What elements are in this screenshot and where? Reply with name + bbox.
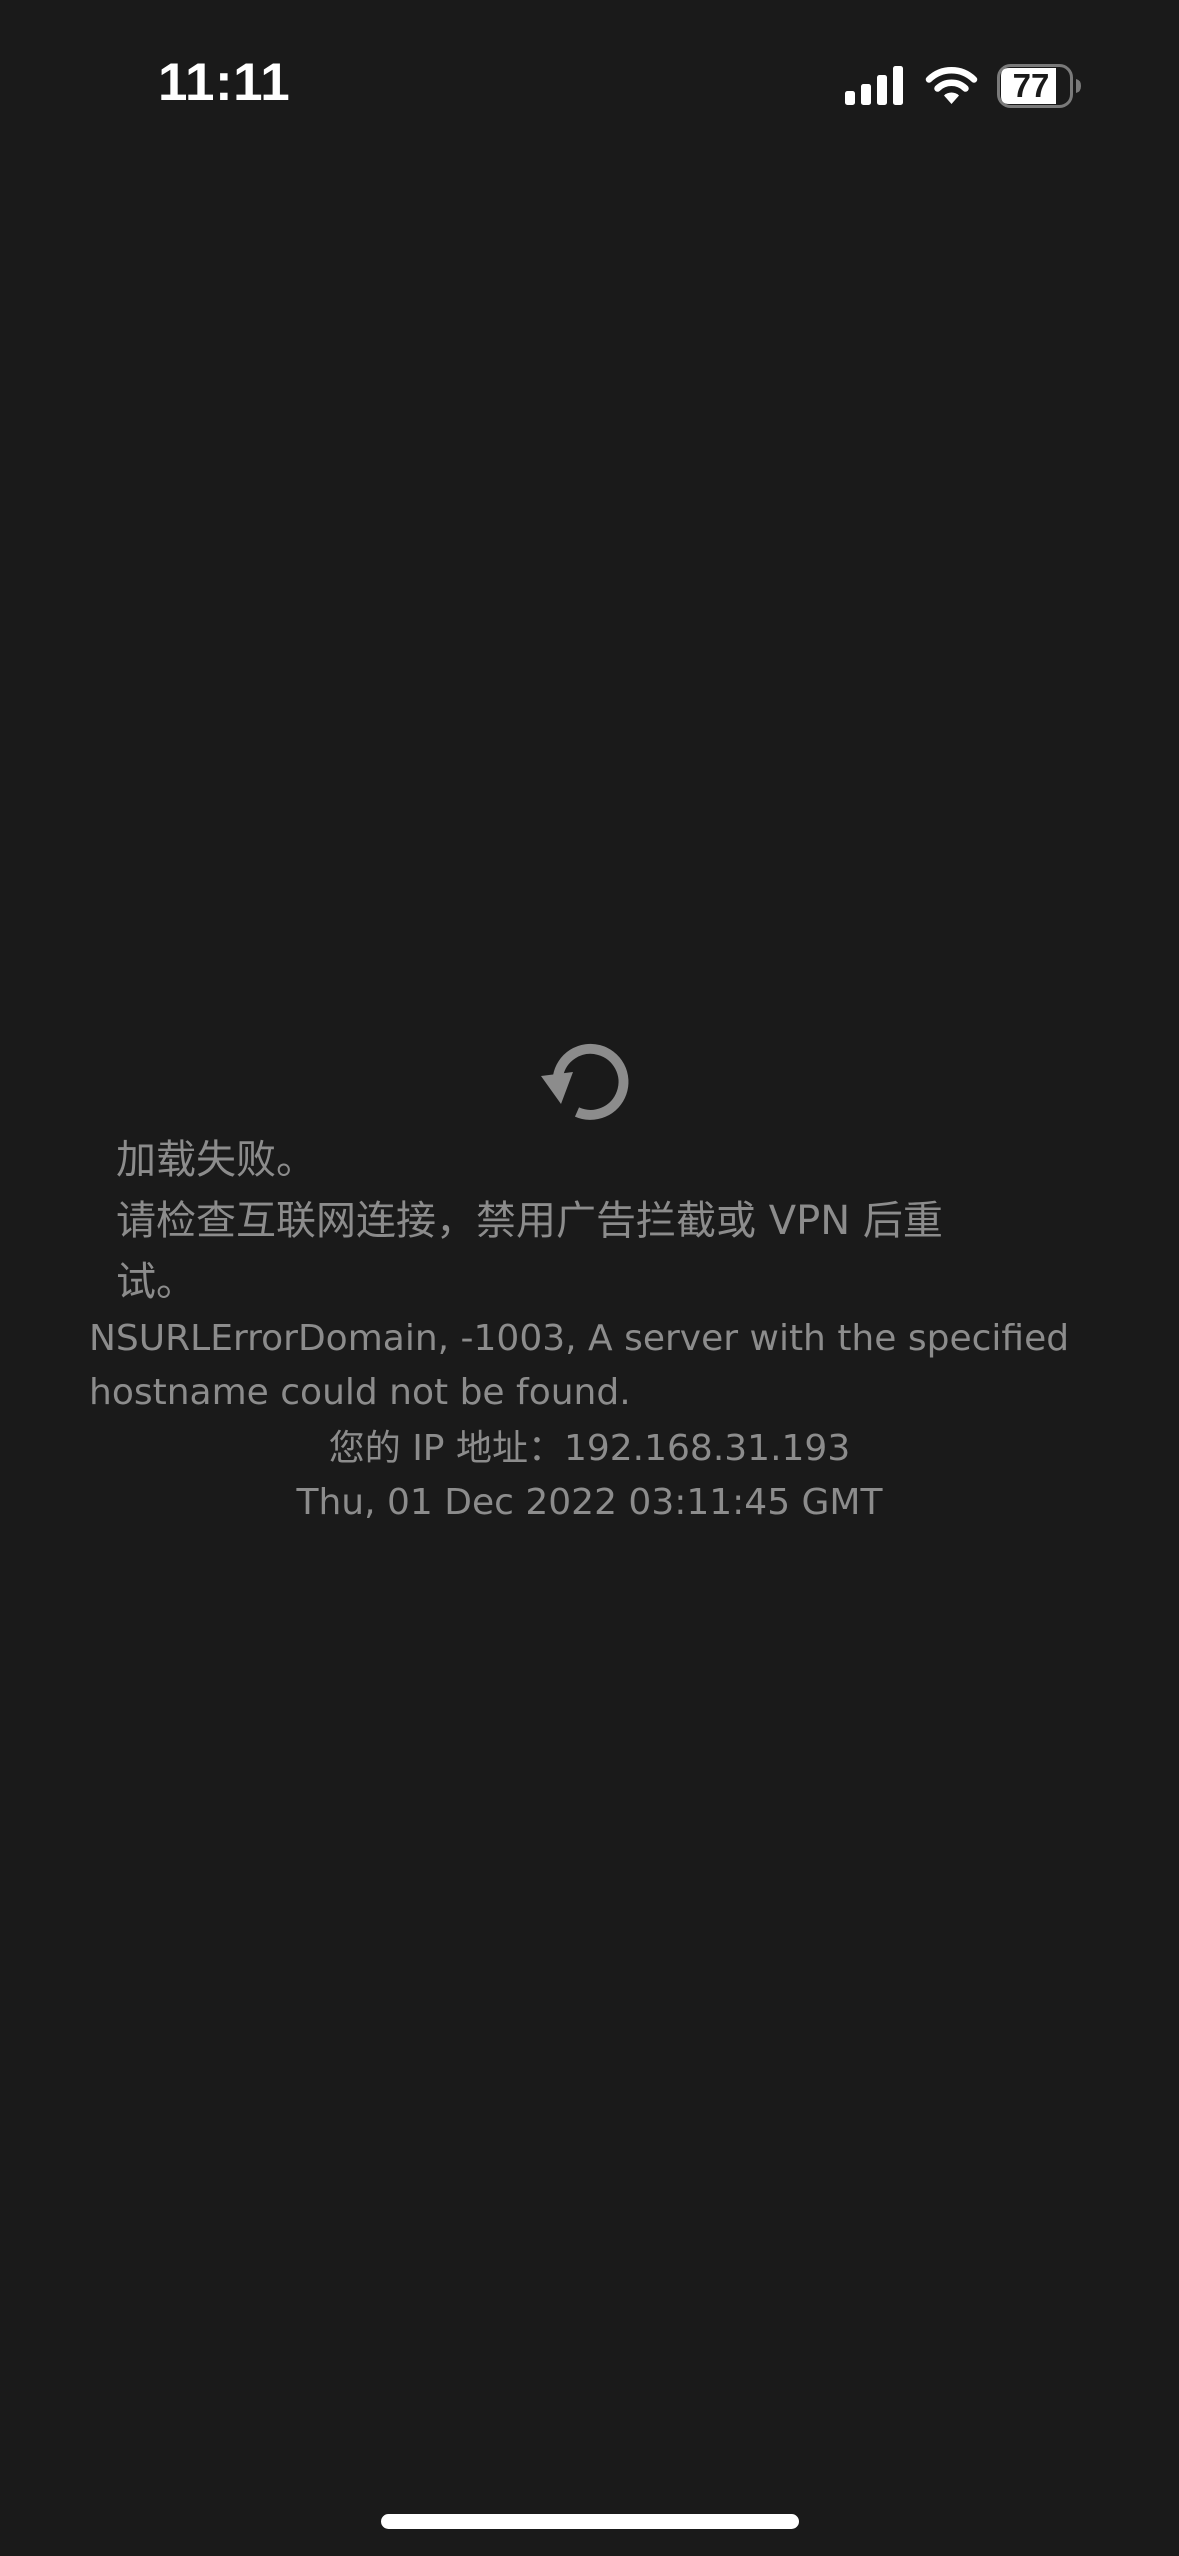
error-message: 加载失败。 请检查互联网连接，禁用广告拦截或 VPN 后重 试。 <box>116 1130 1016 1313</box>
ip-address: 您的 IP 地址：192.168.31.193 <box>328 1428 851 1469</box>
error-title-line: 加载失败。 <box>116 1137 316 1183</box>
error-title-line: 试。 <box>116 1259 196 1305</box>
error-detail-line: NSURLErrorDomain, -1003, A server with t… <box>89 1318 1070 1359</box>
error-detail: NSURLErrorDomain, -1003, A server with t… <box>89 1312 1099 1420</box>
battery-level: 77 <box>1012 67 1050 104</box>
wifi-icon <box>925 67 978 104</box>
home-indicator[interactable] <box>381 2514 799 2529</box>
error-title-line: 请检查互联网连接，禁用广告拦截或 VPN 后重 <box>116 1198 943 1244</box>
timestamp: Thu, 01 Dec 2022 03:11:45 GMT <box>296 1482 883 1523</box>
error-detail-line: hostname could not be found. <box>89 1372 631 1413</box>
reload-icon[interactable] <box>537 1032 643 1132</box>
status-bar: 11:11 77 <box>0 0 1179 170</box>
status-time: 11:11 <box>158 53 291 112</box>
signal-icon <box>845 66 903 105</box>
